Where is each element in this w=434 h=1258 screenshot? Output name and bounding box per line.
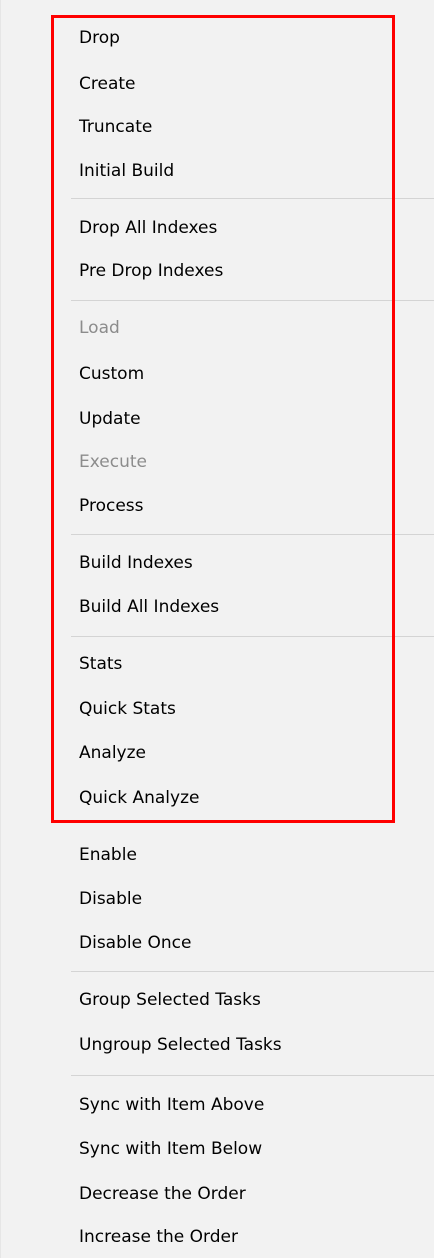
menu-item-sync-with-item-below[interactable]: Sync with Item Below [79, 1139, 262, 1159]
menu-item-pre-drop-indexes[interactable]: Pre Drop Indexes [79, 261, 223, 281]
menu-item-quick-stats[interactable]: Quick Stats [79, 699, 176, 719]
menu-item-drop[interactable]: Drop [79, 28, 120, 48]
menu-item-disable-once[interactable]: Disable Once [79, 933, 191, 953]
menu-item-enable[interactable]: Enable [79, 845, 137, 865]
menu-item-build-indexes[interactable]: Build Indexes [79, 553, 193, 573]
menu-separator [71, 636, 434, 637]
menu-item-custom[interactable]: Custom [79, 364, 144, 384]
menu-item-disable[interactable]: Disable [79, 889, 142, 909]
menu-separator [71, 198, 434, 199]
menu-item-load: Load [79, 318, 120, 338]
menu-item-create[interactable]: Create [79, 74, 136, 94]
menu-item-truncate[interactable]: Truncate [79, 117, 152, 137]
menu-separator [71, 971, 434, 972]
menu-item-build-all-indexes[interactable]: Build All Indexes [79, 597, 219, 617]
context-menu: Drop Create Truncate Initial Build Drop … [0, 0, 434, 1258]
menu-item-increase-the-order[interactable]: Increase the Order [79, 1227, 238, 1247]
menu-item-process[interactable]: Process [79, 496, 144, 516]
menu-item-quick-analyze[interactable]: Quick Analyze [79, 788, 199, 808]
menu-item-drop-all-indexes[interactable]: Drop All Indexes [79, 218, 217, 238]
menu-item-initial-build[interactable]: Initial Build [79, 161, 174, 181]
menu-separator [71, 534, 434, 535]
menu-item-ungroup-selected-tasks[interactable]: Ungroup Selected Tasks [79, 1035, 282, 1055]
menu-item-decrease-the-order[interactable]: Decrease the Order [79, 1184, 246, 1204]
menu-item-sync-with-item-above[interactable]: Sync with Item Above [79, 1095, 264, 1115]
menu-separator [71, 300, 434, 301]
menu-item-group-selected-tasks[interactable]: Group Selected Tasks [79, 990, 261, 1010]
menu-item-execute: Execute [79, 452, 147, 472]
menu-item-stats[interactable]: Stats [79, 654, 122, 674]
menu-separator [71, 1075, 434, 1076]
menu-item-analyze[interactable]: Analyze [79, 743, 146, 763]
menu-item-update[interactable]: Update [79, 409, 141, 429]
